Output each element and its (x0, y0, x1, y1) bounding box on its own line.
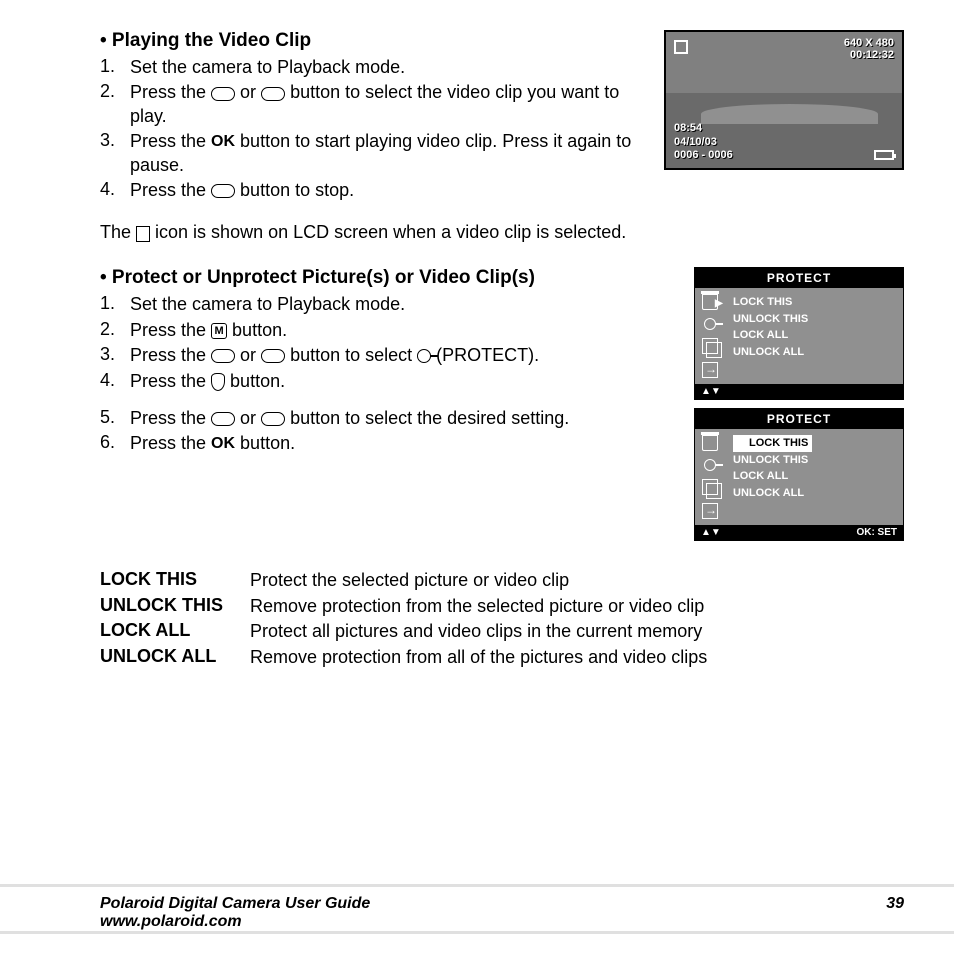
menu-option: UNLOCK ALL (733, 485, 895, 502)
menu-header: PROTECT (695, 268, 903, 288)
step-p3: Press the or button to select (PROTECT). (130, 344, 694, 367)
menu-option: LOCK ALL (733, 468, 895, 485)
right-button-icon (261, 87, 285, 101)
protect-key-icon (417, 349, 431, 363)
def-desc: Remove protection from the selected pict… (250, 595, 904, 618)
step-p6: Press the OK button. (130, 432, 694, 455)
transfer-icon (702, 503, 718, 519)
ok-label: OK (211, 133, 235, 150)
nav-arrows: ▲▼ (701, 386, 721, 397)
right-button-icon (261, 349, 285, 363)
def-desc: Protect the selected picture or video cl… (250, 569, 904, 592)
step-3: Press the OK button to start playing vid… (130, 130, 654, 177)
film-icon (136, 226, 150, 242)
nav-arrows: ▲▼ (701, 527, 721, 538)
battery-icon (874, 150, 894, 160)
step-p4: Press the button. (130, 370, 694, 393)
lcd-count: 0006 - 0006 (674, 149, 733, 162)
lcd-preview: 640 X 480 00:12:32 08:54 04/10/03 0006 -… (664, 30, 904, 170)
right-button-icon (261, 412, 285, 426)
key-icon (704, 318, 716, 330)
menu-option: UNLOCK ALL (733, 344, 895, 361)
menu-option-selected: LOCK THIS (733, 435, 812, 452)
page-footer: Polaroid Digital Camera User Guide www.p… (0, 884, 954, 934)
transfer-icon (702, 362, 718, 378)
def-term: LOCK THIS (100, 569, 250, 592)
step-p1: Set the camera to Playback mode. (130, 293, 694, 316)
left-button-icon (211, 349, 235, 363)
copy-icon (702, 338, 718, 354)
step-1: Set the camera to Playback mode. (130, 56, 654, 79)
step-4: Press the button to stop. (130, 179, 904, 202)
ok-set-label: OK: SET (856, 527, 897, 538)
menu-option: UNLOCK THIS (733, 452, 895, 469)
menu-header: PROTECT (695, 409, 903, 429)
def-term: LOCK ALL (100, 620, 250, 643)
def-desc: Remove protection from all of the pictur… (250, 646, 904, 669)
down-button-icon (211, 373, 225, 391)
step-2: Press the or button to select the video … (130, 81, 654, 128)
trash-icon (702, 435, 718, 451)
def-term: UNLOCK ALL (100, 646, 250, 669)
footer-title: Polaroid Digital Camera User Guide (100, 895, 370, 913)
menu-button-icon: M (211, 323, 227, 339)
menu-option: LOCK ALL (733, 327, 895, 344)
lcd-duration: 00:12:32 (844, 49, 894, 61)
key-icon (704, 459, 716, 471)
left-button-icon (211, 87, 235, 101)
left-button-icon (211, 412, 235, 426)
protect-menu-1: PROTECT ▶ LOCK THIS UNLOCK THIS LOCK ALL… (694, 267, 904, 400)
step-p5: Press the or button to select the desire… (130, 407, 694, 430)
lcd-resolution: 640 X 480 (844, 37, 894, 49)
page-number: 39 (886, 895, 904, 931)
left-button-icon (211, 184, 235, 198)
lcd-date: 04/10/03 (674, 136, 733, 149)
menu-option: UNLOCK THIS (733, 311, 895, 328)
film-indicator-icon (674, 40, 688, 54)
lcd-time: 08:54 (674, 122, 733, 135)
def-desc: Protect all pictures and video clips in … (250, 620, 904, 643)
menu-option: LOCK THIS (733, 294, 895, 311)
footer-url: www.polaroid.com (100, 913, 370, 931)
step-p2: Press the M button. (130, 319, 694, 342)
film-icon-note: The icon is shown on LCD screen when a v… (100, 222, 904, 243)
protect-menu-2: PROTECT LOCK THIS UNLOCK THIS LOCK ALL U… (694, 408, 904, 541)
ok-label: OK (211, 435, 235, 452)
def-term: UNLOCK THIS (100, 595, 250, 618)
cursor-icon: ▶ (715, 296, 723, 311)
copy-icon (702, 479, 718, 495)
